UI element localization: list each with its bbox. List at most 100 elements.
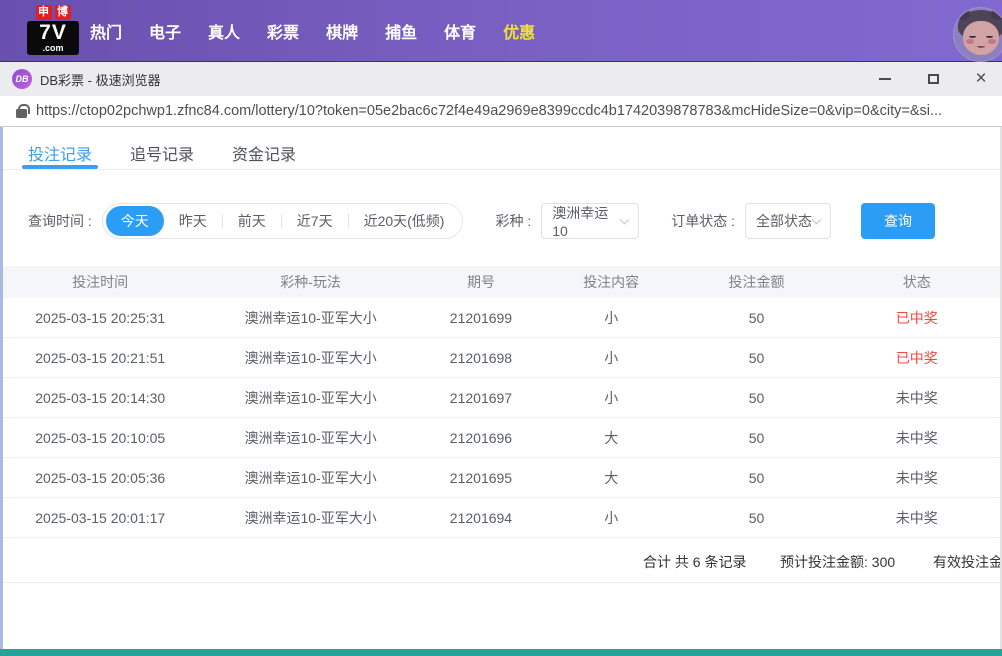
avatar-face <box>963 21 999 55</box>
lottery-select[interactable]: 澳洲幸运10 <box>541 203 639 239</box>
window-title: DB彩票 - 极速浏览器 <box>40 70 161 89</box>
close-button[interactable]: × <box>970 68 992 90</box>
filter-time-last7days[interactable]: 近7天 <box>282 206 348 236</box>
table-row: 2025-03-15 20:01:17澳洲幸运10-亚军大小21201694小5… <box>0 498 1002 538</box>
valid-bet-amount-text: 有效投注金 <box>933 552 1002 572</box>
table-header-row: 投注时间彩种-玩法期号投注内容投注金额状态 <box>0 266 1002 298</box>
order-status-value: 全部状态 <box>756 211 812 231</box>
browser-app-icon: DB <box>12 69 32 89</box>
cell-amount: 50 <box>681 350 831 366</box>
filter-time-last20days[interactable]: 近20天(低频) <box>349 206 460 236</box>
cell-time: 2025-03-15 20:14:30 <box>0 390 200 406</box>
cell-period: 21201696 <box>421 430 541 446</box>
filter-time-today[interactable]: 今天 <box>106 206 164 236</box>
avatar-hair-bun <box>956 8 970 20</box>
cell-content: 小 <box>541 508 681 528</box>
filter-time-yesterday[interactable]: 昨天 <box>164 206 222 236</box>
cell-content: 大 <box>541 428 681 448</box>
cell-period: 21201694 <box>421 510 541 526</box>
table-row: 2025-03-15 20:25:31澳洲幸运10-亚军大小21201699小5… <box>0 298 1002 338</box>
column-header: 彩种-玩法 <box>200 272 420 292</box>
cell-game: 澳洲幸运10-亚军大小 <box>200 508 420 528</box>
tab-fund-records[interactable]: 资金记录 <box>232 141 296 169</box>
cell-amount: 50 <box>681 390 831 406</box>
cell-content: 大 <box>541 468 681 488</box>
cell-amount: 50 <box>681 470 831 486</box>
cell-status: 未中奖 <box>832 508 1002 528</box>
cell-time: 2025-03-15 20:21:51 <box>0 350 200 366</box>
table-body: 2025-03-15 20:25:31澳洲幸运10-亚军大小21201699小5… <box>0 298 1002 538</box>
cell-status: 未中奖 <box>832 468 1002 488</box>
table-row: 2025-03-15 20:14:30澳洲幸运10-亚军大小21201697小5… <box>0 378 1002 418</box>
expected-bet-amount-text: 预计投注金额: 300 <box>780 552 895 572</box>
cell-status: 未中奖 <box>832 388 1002 408</box>
cell-status: 已中奖 <box>832 348 1002 368</box>
query-button[interactable]: 查询 <box>861 203 935 239</box>
cell-game: 澳洲幸运10-亚军大小 <box>200 468 420 488</box>
total-records-text: 合计 共 6 条记录 <box>643 552 746 572</box>
lottery-filter-label: 彩种 : <box>495 211 531 231</box>
maximize-button[interactable] <box>922 68 944 90</box>
ssl-lock-icon <box>16 109 27 118</box>
cell-game: 澳洲幸运10-亚军大小 <box>200 388 420 408</box>
cell-time: 2025-03-15 20:25:31 <box>0 310 200 326</box>
window-left-edge <box>0 127 3 656</box>
maximize-icon <box>928 74 939 84</box>
cell-content: 小 <box>541 388 681 408</box>
table-row: 2025-03-15 20:05:36澳洲幸运10-亚军大小21201695大5… <box>0 458 1002 498</box>
column-header: 投注时间 <box>0 272 200 292</box>
tab-label: 投注记录 <box>28 147 92 164</box>
cell-amount: 50 <box>681 510 831 526</box>
logo-chip-bo: 博 <box>55 5 71 20</box>
nav-item-6[interactable]: 捕鱼 <box>385 19 417 43</box>
table-row: 2025-03-15 20:21:51澳洲幸运10-亚军大小21201698小5… <box>0 338 1002 378</box>
user-avatar[interactable] <box>953 7 1002 62</box>
logo-7v-text: 7V <box>27 22 79 44</box>
minimize-icon <box>879 78 891 80</box>
main-nav-menu: 热门 电子 真人 彩票 棋牌 捕鱼 体育 优惠 <box>90 0 535 62</box>
nav-item-1[interactable]: 热门 <box>90 19 122 43</box>
table-row: 2025-03-15 20:10:05澳洲幸运10-亚军大小21201696大5… <box>0 418 1002 458</box>
cell-status: 已中奖 <box>832 308 1002 328</box>
active-tab-indicator <box>22 165 98 169</box>
order-status-select[interactable]: 全部状态 <box>745 203 831 239</box>
nav-item-3[interactable]: 真人 <box>208 19 240 43</box>
tab-chase-records[interactable]: 追号记录 <box>130 141 194 169</box>
nav-item-5[interactable]: 棋牌 <box>326 19 358 43</box>
url-text: https://ctop02pchwp1.zfnc84.com/lottery/… <box>36 103 942 119</box>
cell-amount: 50 <box>681 430 831 446</box>
cell-game: 澳洲幸运10-亚军大小 <box>200 308 420 328</box>
filter-bar: 查询时间 : 今天昨天前天近7天近20天(低频) 彩种 : 澳洲幸运10 订单状… <box>28 203 1002 239</box>
nav-item-8[interactable]: 优惠 <box>503 19 535 43</box>
cell-time: 2025-03-15 20:05:36 <box>0 470 200 486</box>
cell-status: 未中奖 <box>832 428 1002 448</box>
window-titlebar: DB DB彩票 - 极速浏览器 × <box>0 62 1002 96</box>
filter-time-day-before[interactable]: 前天 <box>223 206 281 236</box>
cell-period: 21201695 <box>421 470 541 486</box>
site-logo[interactable]: 申 博 7V .com <box>26 5 80 55</box>
column-header: 投注金额 <box>681 272 831 292</box>
cell-period: 21201699 <box>421 310 541 326</box>
order-status-label: 订单状态 : <box>671 211 735 231</box>
close-icon: × <box>975 68 986 90</box>
cell-game: 澳洲幸运10-亚军大小 <box>200 428 420 448</box>
table-footer: 合计 共 6 条记录 预计投注金额: 300 有效投注金 <box>0 538 1002 583</box>
address-bar[interactable]: https://ctop02pchwp1.zfnc84.com/lottery/… <box>0 96 1002 127</box>
nav-item-7[interactable]: 体育 <box>444 19 476 43</box>
column-header: 期号 <box>421 272 541 292</box>
bottom-status-bar <box>0 649 1002 656</box>
nav-item-4[interactable]: 彩票 <box>267 19 299 43</box>
nav-item-2[interactable]: 电子 <box>149 19 181 43</box>
logo-chip-shen: 申 <box>36 5 52 20</box>
tab-label: 资金记录 <box>232 147 296 164</box>
tab-bet-records[interactable]: 投注记录 <box>28 141 92 169</box>
time-filter-label: 查询时间 : <box>28 211 92 231</box>
minimize-button[interactable] <box>874 68 896 90</box>
avatar-hair-bun <box>991 8 1002 20</box>
cell-content: 小 <box>541 348 681 368</box>
record-tabs: 投注记录 追号记录 资金记录 <box>0 127 1002 170</box>
tab-label: 追号记录 <box>130 147 194 164</box>
cell-period: 21201697 <box>421 390 541 406</box>
cell-time: 2025-03-15 20:10:05 <box>0 430 200 446</box>
cell-content: 小 <box>541 308 681 328</box>
